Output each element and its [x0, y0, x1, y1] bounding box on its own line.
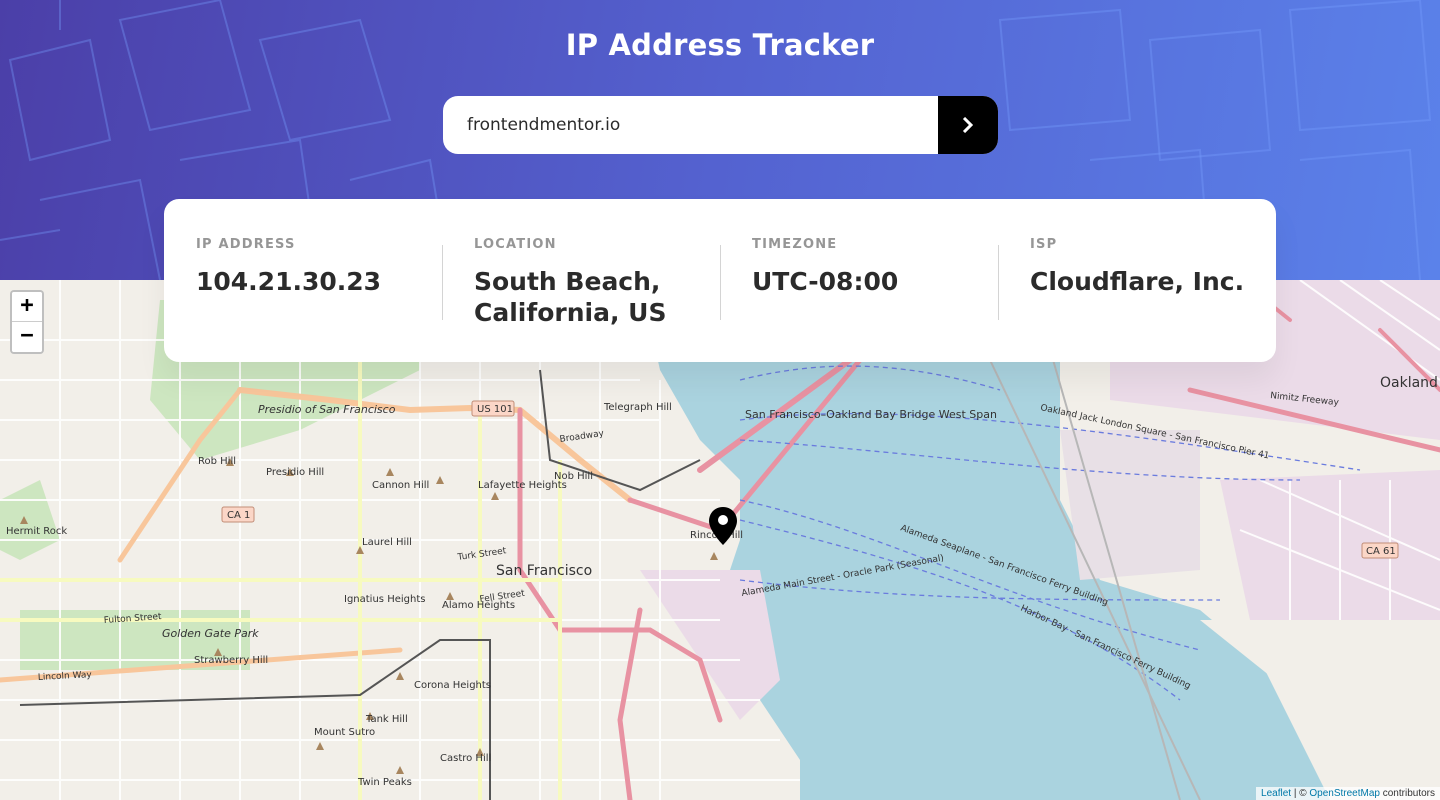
- location-value: South Beach, California, US: [474, 267, 667, 327]
- label-presidio-hill: Presidio Hill: [266, 467, 324, 478]
- label-mount-sutro: Mount Sutro: [314, 727, 375, 738]
- label-oakland: Oakland: [1380, 375, 1438, 391]
- ip-address-label: IP ADDRESS: [196, 237, 296, 252]
- label-tank-hill: Tank Hill: [365, 714, 408, 725]
- label-rob-hill: Rob Hill: [198, 456, 236, 467]
- location-label: LOCATION: [474, 237, 557, 252]
- leaflet-link[interactable]: Leaflet: [1261, 788, 1291, 799]
- ip-address-value: 104.21.30.23: [196, 267, 382, 296]
- zoom-out-button[interactable]: −: [12, 322, 42, 352]
- label-ferry-3: Harbor Bay - San Francisco Ferry Buildin…: [1019, 604, 1192, 692]
- label-twin-peaks: Twin Peaks: [357, 777, 412, 788]
- zoom-control: + −: [10, 290, 44, 354]
- isp-block: ISP Cloudflare, Inc.: [998, 237, 1276, 362]
- label-ca61: CA 61: [1366, 546, 1396, 557]
- search-input[interactable]: [443, 96, 938, 154]
- zoom-in-button[interactable]: +: [12, 292, 42, 322]
- label-corona-heights: Corona Heights: [414, 680, 491, 691]
- label-ignatius-heights: Ignatius Heights: [344, 594, 425, 605]
- timezone-label: TIMEZONE: [752, 237, 838, 252]
- location-block: LOCATION South Beach, California, US: [442, 237, 720, 362]
- osm-link[interactable]: OpenStreetMap: [1309, 788, 1380, 799]
- label-strawberry-hill: Strawberry Hill: [194, 655, 268, 666]
- label-golden-gate-park: Golden Gate Park: [162, 627, 259, 640]
- label-lafayette-heights: Lafayette Heights: [478, 480, 567, 491]
- label-cannon-hill: Cannon Hill: [372, 480, 429, 491]
- label-hermit-rock: Hermit Rock: [6, 526, 67, 537]
- isp-label: ISP: [1030, 237, 1058, 252]
- label-castro-hill: Castro Hill: [440, 753, 491, 764]
- label-laurel-hill: Laurel Hill: [362, 537, 412, 548]
- search-bar: [443, 96, 998, 154]
- location-pin-icon[interactable]: [708, 506, 738, 546]
- label-san-francisco: San Francisco: [496, 563, 592, 579]
- label-ferry-4: Alameda Main Street - Oracle Park (Seaso…: [741, 553, 945, 599]
- attribution-suffix: contributors: [1379, 788, 1435, 799]
- isp-value: Cloudflare, Inc.: [1030, 267, 1245, 296]
- map-attribution: Leaflet | © OpenStreetMap contributors: [1256, 787, 1440, 800]
- ip-address-block: IP ADDRESS 104.21.30.23: [164, 237, 442, 362]
- label-alamo-heights: Alamo Heights: [442, 600, 515, 611]
- timezone-block: TIMEZONE UTC-08:00: [720, 237, 998, 362]
- label-presidio: Presidio of San Francisco: [258, 403, 396, 416]
- timezone-value: UTC-08:00: [752, 267, 899, 296]
- label-ca1: CA 1: [227, 510, 250, 521]
- label-telegraph-hill: Telegraph Hill: [603, 402, 672, 413]
- label-us101: US 101: [477, 404, 513, 415]
- search-submit-button[interactable]: [938, 96, 998, 154]
- label-bay-bridge: San Francisco–Oakland Bay Bridge West Sp…: [745, 408, 997, 421]
- chevron-right-icon: [962, 117, 974, 133]
- ip-info-card: IP ADDRESS 104.21.30.23 LOCATION South B…: [164, 199, 1276, 362]
- page-title: IP Address Tracker: [565, 28, 875, 62]
- attribution-separator: | ©: [1291, 788, 1310, 799]
